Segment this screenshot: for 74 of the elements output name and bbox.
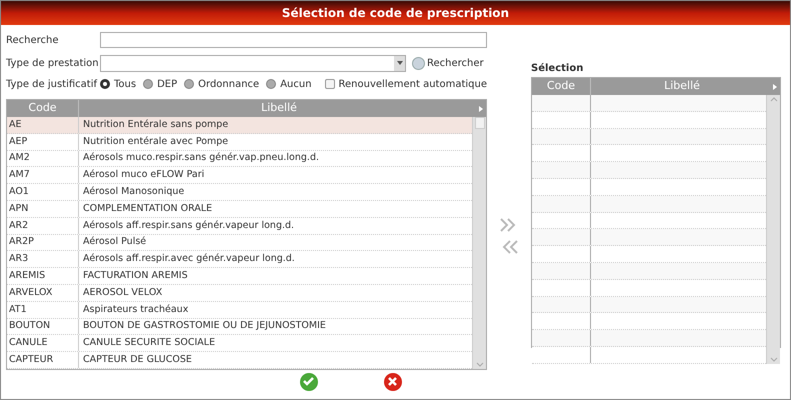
confirm-button[interactable] <box>300 372 318 390</box>
section-title: Sélection <box>531 62 584 76</box>
table-cell-text: CAPTEUR DE GLUCOSE <box>82 352 193 367</box>
table-row[interactable]: AR3 Aérosols aff.respir.avec génér.vapeur long.d. <box>7 251 472 268</box>
table-row[interactable]: ARVELOX AEROSOL VELOX <box>7 284 472 302</box>
scrollbar[interactable] <box>472 117 486 369</box>
table-row[interactable]: CAPTEUR CAPTEUR DE GLUCOSE <box>7 352 472 369</box>
table-row[interactable]: AM7 Aérosol muco eFLOW Pari <box>7 167 472 184</box>
table-cell: APN <box>7 200 79 217</box>
table-row[interactable]: AE Nutrition Entérale sans pompe <box>7 117 472 134</box>
cancel-button[interactable] <box>384 372 402 390</box>
table-cell: CAPTEUR <box>7 352 79 368</box>
table-row[interactable]: AR2 Aérosols aff.respir.sans génér.vapeur long.d. <box>7 218 472 235</box>
table-row[interactable]: APN COMPLEMENTATION ORALE <box>7 200 472 218</box>
table-cell: AT1 <box>7 302 79 318</box>
scroll-thumb[interactable] <box>474 117 484 129</box>
table-cell: AE <box>7 117 79 133</box>
double-right-chevron-icon[interactable] <box>500 218 518 232</box>
search-field[interactable] <box>100 32 487 48</box>
field-label: Recherche <box>6 34 60 48</box>
field-label: Type de justificatif <box>6 78 98 92</box>
table-cell-text: Aérosol Pulsé <box>82 235 148 250</box>
close-icon <box>388 377 397 386</box>
scroll-up-icon[interactable] <box>770 97 778 102</box>
table-cell-text: Nutrition Entérale sans pompe <box>82 118 230 132</box>
checkbox-option[interactable]: Renouvellement automatique <box>324 76 487 92</box>
radio-option[interactable]: Tous <box>100 76 136 92</box>
table-row[interactable]: AM2 Aérosols muco.respir.sans génér.vap.pneu.long.d. <box>7 150 472 168</box>
table-cell-text: Aérosols aff.respir.sans génér.vapeur long.d. <box>82 218 296 233</box>
table-row[interactable]: AT1 Aspirateurs trachéaux <box>7 302 472 319</box>
table-cell: CANULE <box>7 335 79 352</box>
table-cell: AR2 <box>7 218 79 234</box>
table-cell: ARVELOX <box>7 284 79 301</box>
search-button[interactable]: Rechercher <box>412 56 484 70</box>
caret-icon[interactable] <box>773 84 777 90</box>
table-cell: AR2P <box>7 234 79 250</box>
table-row[interactable]: AEP Nutrition entérale avec Pompe <box>7 134 472 151</box>
table-cell-text: BOUTON DE GASTROSTOMIE OU DE JEJUNOSTOMIE <box>82 319 327 334</box>
table-cell: AM2 <box>7 150 79 166</box>
scrollbar[interactable] <box>766 95 780 364</box>
table-cell-text: Aérosols muco.respir.sans génér.vap.pneu.long.d. <box>82 151 320 166</box>
table-cell-text: AEROSOL VELOX <box>82 286 164 300</box>
table-cell: BOUTON <box>7 318 79 334</box>
table-cell-text: Aérosol Manosonique <box>82 184 186 199</box>
table-cell: AO1 <box>7 184 79 200</box>
caret-icon <box>396 61 402 65</box>
check-icon <box>303 377 314 386</box>
table-cell: AREMIS <box>7 268 79 284</box>
table-row[interactable]: AO1 Aérosol Manosonique <box>7 184 472 201</box>
table-cell-text: Aérosol muco eFLOW Pari <box>82 168 206 182</box>
table-row[interactable]: CANULE CANULE SECURITE SOCIALE <box>7 335 472 352</box>
double-left-chevron-icon[interactable] <box>500 240 518 254</box>
field-label: Type de prestation <box>6 56 100 70</box>
table-cell-text: Nutrition entérale avec Pompe <box>82 134 230 149</box>
table-row[interactable]: BOUTON BOUTON DE GASTROSTOMIE OU DE JEJUNOSTOMIE <box>7 318 472 336</box>
table-cell: AEP <box>7 134 79 150</box>
radio-option[interactable]: Aucun <box>266 76 312 92</box>
table-cell-text: CANULE SECURITE SOCIALE <box>82 336 216 350</box>
caret-icon[interactable] <box>479 106 483 112</box>
table-cell-text: FACTURATION AREMIS <box>82 268 189 283</box>
table-cell: AR3 <box>7 251 79 268</box>
table-cell-text: Aspirateurs trachéaux <box>82 302 190 317</box>
table-cell: AM7 <box>7 167 79 184</box>
table-row[interactable]: AREMIS FACTURATION AREMIS <box>7 268 472 285</box>
radio-option[interactable]: Ordonnance <box>184 76 260 92</box>
scroll-down-icon[interactable] <box>770 356 778 362</box>
scroll-down-icon[interactable] <box>476 362 484 367</box>
globe-icon <box>412 56 425 70</box>
table-cell-text: COMPLEMENTATION ORALE <box>82 202 214 216</box>
dropdown-field[interactable] <box>100 54 406 72</box>
table-cell-text: Aérosols aff.respir.avec génér.vapeur long.d. <box>82 252 296 266</box>
table-row[interactable]: AR2P Aérosol Pulsé <box>7 234 472 252</box>
window-title: Sélection de code de prescription <box>1 1 790 25</box>
radio-option[interactable]: DEP <box>143 76 178 92</box>
